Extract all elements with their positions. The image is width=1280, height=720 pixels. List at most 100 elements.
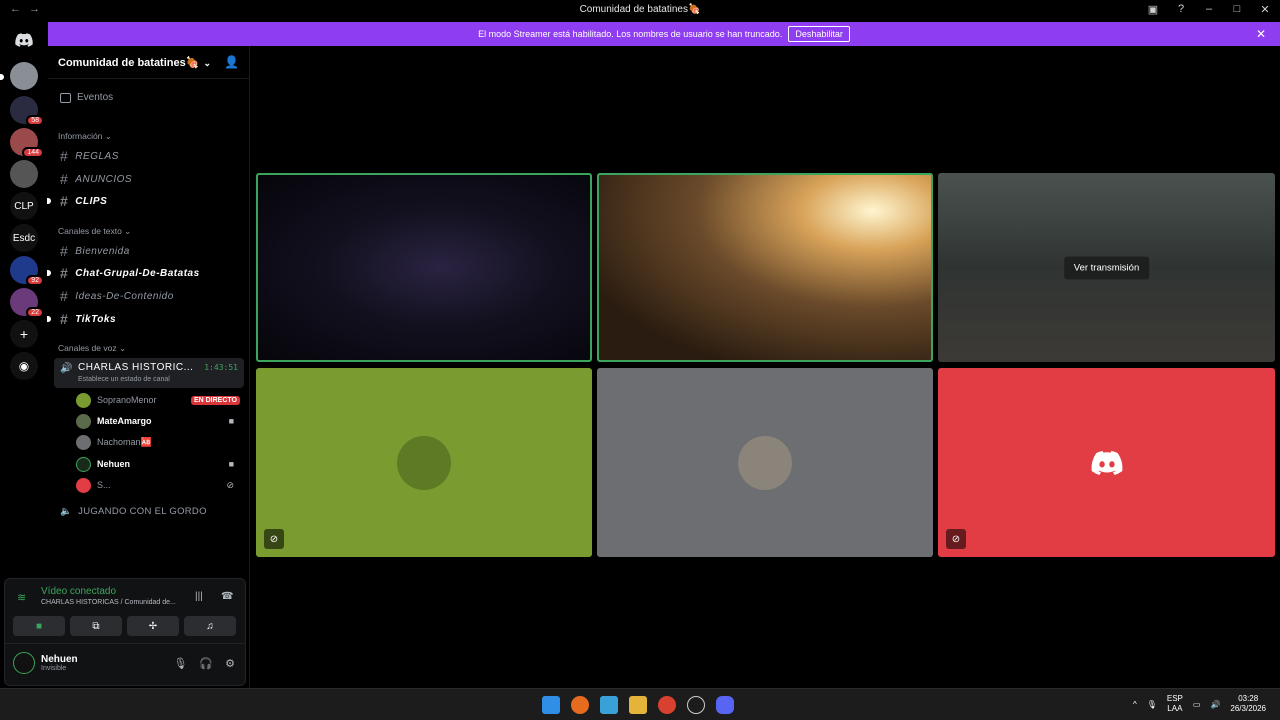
noise-suppression-icon[interactable]: ||| [195, 591, 203, 602]
title-bar: ←→ Comunidad de batatines🍖 ▣ ? – □ ✕ [0, 0, 1280, 21]
guild-1[interactable]: 58 [10, 96, 44, 126]
mic-muted-icon: ⊘ [264, 529, 284, 549]
server-header[interactable]: Comunidad de batatines🍖 ⌄ [58, 56, 211, 69]
user-area[interactable]: Nehuen Invisible [13, 652, 78, 674]
avatar [76, 456, 91, 472]
network-icon[interactable]: ▭ [1193, 700, 1201, 709]
mic-muted-icon: ⊘ [946, 529, 966, 549]
close-banner-icon[interactable]: ✕ [1256, 27, 1266, 41]
video-tile-stream[interactable]: Ver transmisión [938, 173, 1275, 362]
guild-7-badge: 22 [26, 307, 44, 318]
user-controls: 🎙 🎧 ⚙ [173, 657, 235, 670]
discord-taskbar-icon[interactable] [716, 696, 734, 714]
streamer-mode-banner: El modo Streamer está habilitado. Los no… [48, 22, 1280, 46]
taskbar: ^ 🎙 ESP LAA ▭ 🔊 03:28 26/3/2026 [0, 688, 1280, 720]
camera-icon: ■ [35, 620, 43, 632]
channel-label: TikToks [75, 313, 117, 325]
windows-start-icon[interactable] [542, 696, 560, 714]
video-tile-camera-1[interactable] [256, 173, 592, 362]
firefox-icon[interactable] [571, 696, 589, 714]
calendar-icon [60, 92, 71, 103]
store-icon[interactable] [600, 696, 618, 714]
category-info[interactable]: Información ⌄ [58, 131, 112, 142]
avatar-tile-1[interactable]: ⊘ [256, 368, 592, 557]
voice-member[interactable]: Nachoman🆎 [76, 433, 240, 451]
language-indicator[interactable]: ESP LAA [1167, 694, 1183, 714]
taskbar-apps [542, 696, 734, 714]
headphones-icon[interactable]: 🎧 [199, 657, 213, 670]
minimize-button[interactable]: – [1202, 3, 1216, 16]
disconnect-icon[interactable]: ☎ [221, 591, 233, 602]
avatar-tile-3[interactable]: ⊘ [938, 368, 1275, 557]
discover-icon[interactable]: ◉ [10, 352, 38, 380]
steam-icon[interactable] [687, 696, 705, 714]
discord-home-icon[interactable] [10, 26, 38, 54]
guild-3[interactable] [10, 160, 38, 188]
soundboard-button[interactable]: ♫ [184, 616, 236, 636]
add-server-icon[interactable]: + [10, 320, 38, 348]
voice-channel-active[interactable]: 🔊 CHARLAS HISTORIC... 1:43:51 Establece … [54, 358, 244, 388]
channel-bienvenida[interactable]: # Bienvenida [60, 243, 130, 259]
channel-reglas[interactable]: # REGLAS [60, 148, 119, 164]
channel-label: REGLAS [75, 150, 119, 162]
system-tray: ^ 🎙 ESP LAA ▭ 🔊 03:28 26/3/2026 [1133, 694, 1266, 714]
watch-stream-button[interactable]: Ver transmisión [1063, 256, 1150, 279]
tray-chevron-icon[interactable]: ^ [1133, 700, 1137, 709]
window-title: Comunidad de batatines🍖 [579, 4, 701, 15]
volume-icon[interactable]: 🔊 [1210, 700, 1220, 709]
category-voice[interactable]: Canales de voz ⌄ [58, 343, 126, 354]
voice-member[interactable]: S... ⊘ [76, 476, 240, 494]
close-window-button[interactable]: ✕ [1258, 3, 1272, 16]
avatar [13, 652, 35, 674]
guild-clp[interactable]: CLP [10, 192, 38, 220]
category-text[interactable]: Canales de texto ⌄ [58, 226, 131, 237]
category-text-label: Canales de texto [58, 226, 122, 236]
video-tile-camera-2[interactable] [597, 173, 933, 362]
channel-anuncios[interactable]: # ANUNCIOS [60, 171, 132, 187]
microphone-icon[interactable]: 🎙 [173, 657, 187, 670]
guild-6-badge: 92 [26, 275, 44, 286]
help-icon[interactable]: ? [1174, 3, 1188, 16]
divider [5, 643, 245, 644]
inbox-icon[interactable]: ▣ [1146, 3, 1160, 16]
voice-status: Vídeo conectado [41, 586, 117, 597]
guild-7[interactable]: 22 [10, 288, 44, 318]
channel-status-prompt[interactable]: Establece un estado de canal [78, 376, 170, 383]
guild-2[interactable]: 144 [10, 128, 44, 158]
member-name: Nachoman🆎 [97, 436, 152, 447]
microphone-icon[interactable]: 🎙 [1147, 700, 1157, 709]
avatar-tile-2[interactable] [597, 368, 933, 557]
channel-clips[interactable]: # CLIPS [60, 193, 107, 209]
disable-streamer-button[interactable]: Deshabilitar [788, 26, 850, 42]
window-controls: ▣ ? – □ ✕ [1146, 3, 1272, 16]
clock[interactable]: 03:28 26/3/2026 [1230, 694, 1266, 714]
user-status: Invisible [41, 665, 67, 672]
screen-share-button[interactable]: ⧉ [70, 616, 122, 636]
guild-esdc[interactable]: Esdc [10, 224, 38, 252]
activities-button[interactable]: ✢ [127, 616, 179, 636]
events-item[interactable]: Eventos [60, 92, 113, 103]
invite-icon[interactable]: 👤 [224, 55, 239, 69]
chrome-icon[interactable] [658, 696, 676, 714]
guild-6[interactable]: 92 [10, 256, 44, 286]
unread-pip [47, 198, 51, 204]
voice-channel-2[interactable]: 🔈 JUGANDO CON EL GORDO [60, 506, 207, 517]
soundboard-icon: ♫ [206, 620, 214, 632]
channel-ideas[interactable]: # Ideas-De-Contenido [60, 288, 174, 304]
signal-icon: ≋ [17, 592, 27, 604]
file-explorer-icon[interactable] [629, 696, 647, 714]
date: 26/3/2026 [1230, 704, 1266, 713]
voice-member[interactable]: SopranoMenor EN DIRECTO [76, 391, 240, 409]
guild-0[interactable] [10, 62, 38, 90]
channel-label: CLIPS [75, 195, 108, 207]
maximize-button[interactable]: □ [1230, 3, 1244, 16]
channel-chat-grupal[interactable]: # Chat-Grupal-De-Batatas [60, 265, 200, 281]
camera-button[interactable]: ■ [13, 616, 65, 636]
voice-member[interactable]: Nehuen ■ [76, 455, 240, 473]
gear-icon[interactable]: ⚙ [225, 657, 235, 670]
channel-tiktoks[interactable]: # TikToks [60, 311, 116, 327]
channel-label: Chat-Grupal-De-Batatas [75, 267, 200, 279]
voice-member[interactable]: MateAmargo ■ [76, 412, 240, 430]
voice-channel-path[interactable]: CHARLAS HISTORICAS / Comunidad de... [41, 599, 176, 606]
hash-icon: # [60, 193, 69, 209]
